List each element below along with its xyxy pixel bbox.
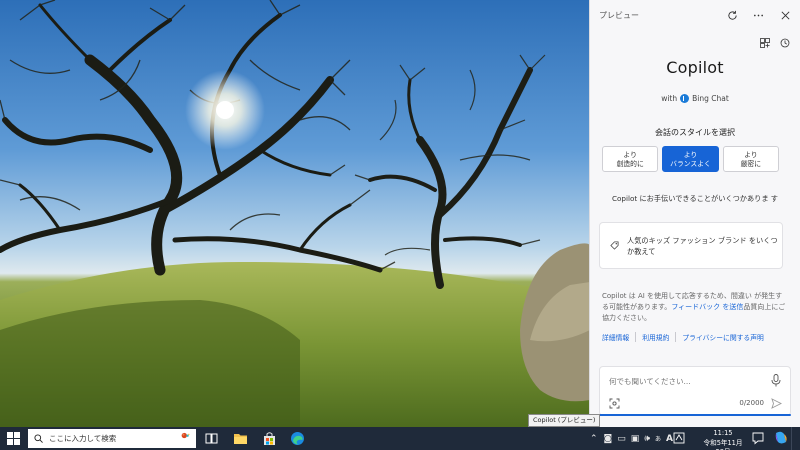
brand-subtitle: with Bing Chat [590,94,800,103]
copilot-tooltip: Copilot (プレビュー) [528,414,601,427]
input-focus-line [599,414,791,416]
copilot-title: Copilot [666,58,724,77]
network-icon[interactable]: ▭ [617,434,626,444]
search-placeholder: ここに入力して検索 [49,434,117,443]
style-label: 会話のスタイルを選択 [655,128,735,137]
edge-browser-icon[interactable] [290,431,305,446]
copilot-taskbar-icon[interactable] [773,430,789,446]
battery-icon[interactable]: ▣ [631,434,640,444]
brand-with-text: with [661,94,678,103]
close-icon [781,11,789,19]
privacy-link[interactable]: プライバシーに関する声明 [682,332,769,342]
system-tray: ⌃ ◙ ▭ ▣ 🕪 あ A [590,427,673,450]
windows-start-icon[interactable] [7,432,20,445]
refresh-button[interactable] [723,6,741,24]
image-search-icon[interactable] [609,398,620,409]
file-explorer-icon[interactable] [233,431,248,446]
clock-date: 令和5年11月28日 [703,438,743,450]
style-balanced-button[interactable]: より バランスよく [662,146,719,172]
refresh-icon [727,10,737,20]
taskbar-clock[interactable]: 11:15 令和5年11月28日 [700,429,746,450]
chat-input[interactable] [609,374,759,388]
task-view-icon[interactable] [204,431,219,446]
suggestion-text: 人気のキッズ ファッション ブランド をいくつか教えて [627,235,778,256]
history-button[interactable] [777,35,793,51]
footer-links: 詳細情報 利用規約 プライバシーに関する声明 [602,332,792,342]
pane-header: プレビュー [590,0,800,30]
style-precise-button[interactable]: より 厳密に [722,146,779,172]
disclaimer: Copilot は AI を使用して応答するため、間違い が発生する可能性があり… [602,291,788,324]
copilot-pane: プレビュー Copilot with Bing Chat 会話のスタイルを選択 … [589,0,800,427]
chat-input-box[interactable]: 0/2000 [599,366,791,416]
search-highlight-icon [181,432,190,439]
plugins-button[interactable] [757,35,773,51]
char-counter: 0/2000 [739,399,764,407]
conversation-style-group: より 創造的に より バランスよく より 厳密に [602,146,779,172]
more-options-button[interactable] [749,6,767,24]
history-icon [780,38,790,48]
help-text: Copilot にお手伝いできることがいくつかありま す [612,194,778,203]
close-button[interactable] [776,6,794,24]
volume-icon[interactable]: 🕪 [644,434,650,444]
chevron-up-icon[interactable]: ⌃ [590,434,598,444]
pane-title: プレビュー [599,11,639,20]
terms-link[interactable]: 利用規約 [642,332,677,342]
style-creative-button[interactable]: より 創造的に [602,146,659,172]
send-icon[interactable] [771,398,782,409]
keyboard-icon[interactable]: あ [655,434,661,443]
taskbar-search-box[interactable]: ここに入力して検索 [28,429,196,448]
clock-time: 11:15 [713,429,733,437]
brand-service-text: Bing Chat [692,94,729,103]
microphone-icon[interactable] [770,374,782,387]
show-desktop-button[interactable] [791,427,792,450]
bing-icon [680,94,690,103]
notification-center-icon[interactable] [751,431,765,445]
feedback-link[interactable]: フィードバック を送信 [671,303,743,311]
meet-now-icon[interactable]: ◙ [604,434,613,444]
learn-more-link[interactable]: 詳細情報 [602,332,637,342]
taskbar: ここに入力して検索 ⌃ ◙ ▭ ▣ 🕪 あ A 11:15 令和5年11月28日 [0,427,800,450]
grid-add-icon [760,38,770,48]
ime-settings-icon[interactable] [673,432,685,444]
suggestion-card[interactable]: 人気のキッズ ファッション ブランド をいくつか教えて [599,222,783,269]
microsoft-store-icon[interactable] [262,431,277,446]
tag-icon [610,241,619,250]
more-icon [753,14,763,16]
search-icon [34,434,43,443]
ime-mode-indicator[interactable]: A [666,434,673,444]
